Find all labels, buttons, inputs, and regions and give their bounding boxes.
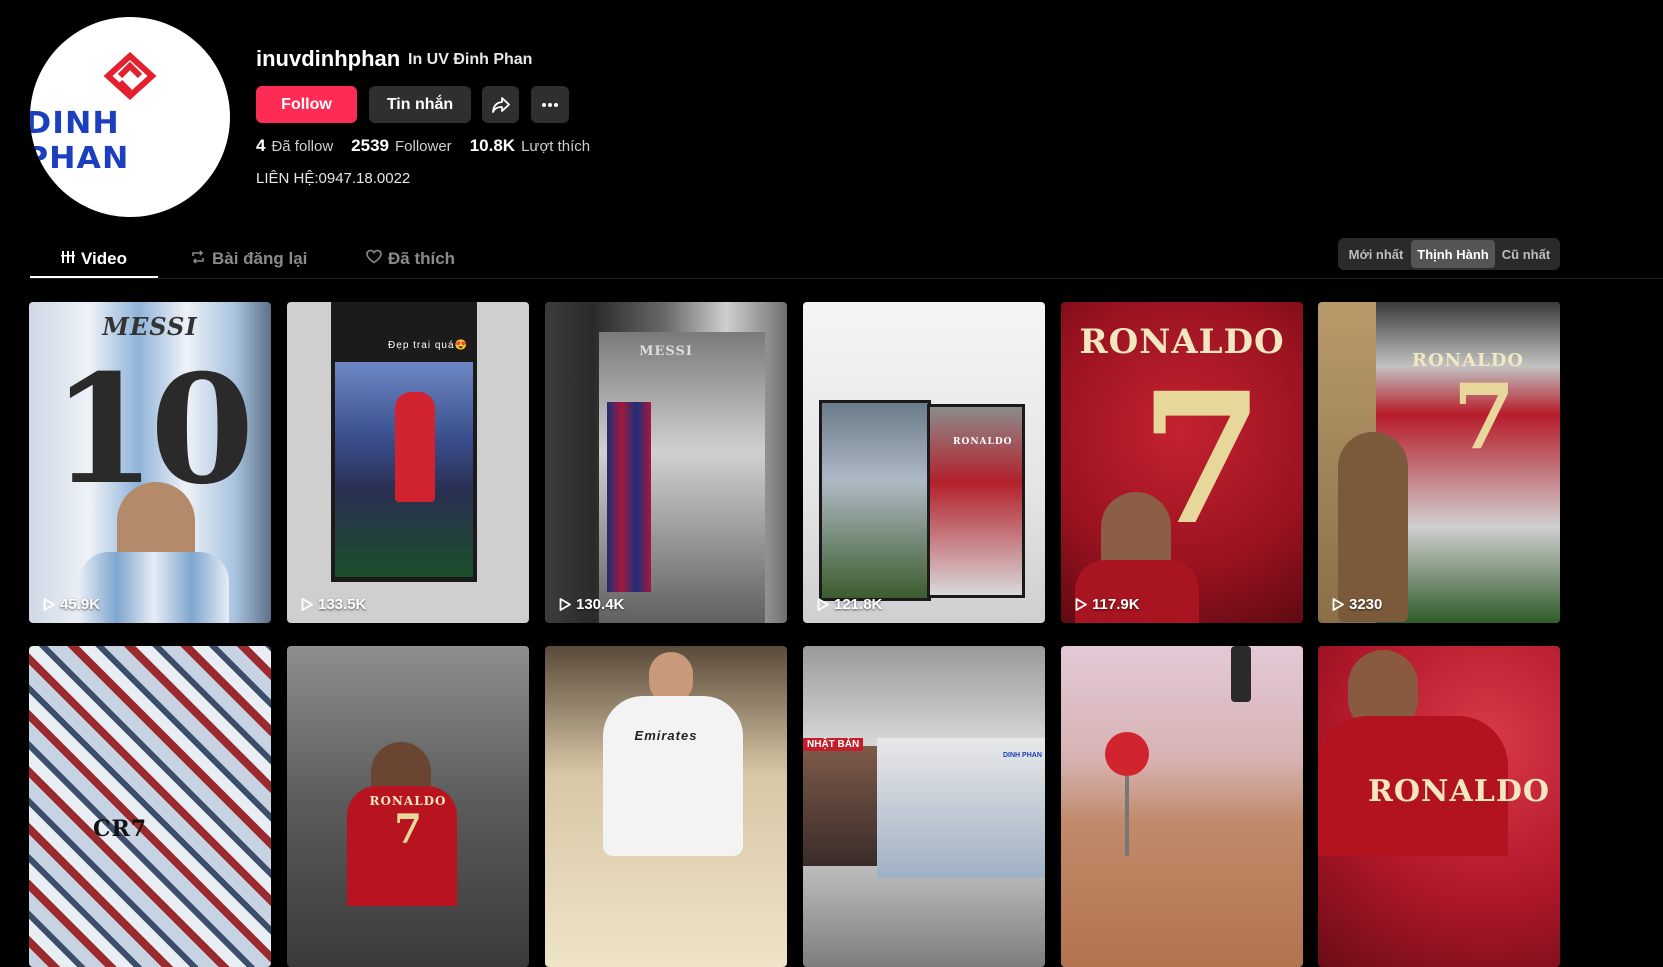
video-overlay-text: RONALDO: [1367, 774, 1550, 809]
play-icon: [1075, 598, 1087, 611]
video-views: 133.5K: [301, 596, 366, 613]
grid-icon: [61, 250, 75, 268]
following-count: 4: [256, 136, 266, 155]
video-card[interactable]: RONALDO: [1318, 646, 1560, 967]
profile-tabs: Video Bài đăng lại Đã thích: [30, 240, 486, 278]
more-button[interactable]: [531, 86, 569, 123]
billboard: [877, 738, 1045, 878]
followers-count: 2539: [351, 136, 389, 155]
repost-icon: [190, 249, 206, 269]
video-card[interactable]: MESSI 10 45.9K: [29, 302, 271, 623]
video-overlay-text: CR7: [92, 816, 148, 842]
player-figure: [395, 392, 435, 502]
player-shirt: [79, 552, 229, 623]
tab-video-label: Video: [81, 248, 127, 268]
following-stat[interactable]: 4 Đã follow: [256, 136, 333, 156]
video-views: 121.8K: [817, 596, 882, 613]
logo-text: DINH PHAN: [30, 106, 130, 176]
player-shirt: [1075, 560, 1199, 623]
building: [803, 746, 877, 866]
billboard-brand: DINH PHAN: [1003, 752, 1042, 759]
video-overlay-text: Emirates: [634, 728, 698, 743]
view-count: 121.8K: [834, 596, 883, 613]
more-icon: [542, 102, 558, 107]
video-card[interactable]: [1061, 646, 1303, 967]
jersey-number: 7: [394, 806, 422, 853]
view-count: 3230: [1349, 596, 1383, 613]
video-overlay-text: MESSI: [639, 344, 693, 359]
play-icon: [1332, 598, 1344, 611]
tab-repost-label: Bài đăng lại: [212, 248, 308, 268]
play-icon: [43, 598, 55, 611]
profile-stats: 4 Đã follow 2539 Follower 10.8K Lượt thí…: [256, 136, 608, 156]
video-card[interactable]: NHẬT BẢN DINH PHAN: [803, 646, 1045, 967]
video-views: 3230: [1332, 596, 1382, 613]
video-card[interactable]: RONALDO 121.8K: [803, 302, 1045, 623]
bio: LIÊN HỆ:0947.18.0022: [256, 170, 411, 187]
video-views: 45.9K: [43, 596, 100, 613]
video-overlay-text: MESSI: [102, 312, 198, 341]
video-overlay-text: RONALDO: [953, 437, 1013, 447]
sort-newest[interactable]: Mới nhất: [1341, 240, 1411, 268]
view-count: 45.9K: [60, 596, 101, 613]
view-count: 130.4K: [576, 596, 625, 613]
followers-stat[interactable]: 2539 Follower: [351, 136, 452, 156]
video-card[interactable]: Đẹp trai quá😍 133.5K: [287, 302, 529, 623]
avatar[interactable]: DINH PHAN: [30, 17, 230, 217]
video-views: 117.9K: [1075, 596, 1140, 613]
traffic-light-icon: [1231, 646, 1251, 702]
video-card[interactable]: RONALDO 7 3230: [1318, 302, 1560, 623]
video-overlay-text: Đẹp trai quá😍: [388, 340, 468, 351]
share-button[interactable]: [482, 86, 519, 123]
share-icon: [491, 96, 510, 113]
person-figure: [1338, 432, 1408, 622]
video-card[interactable]: MESSI 130.4K: [545, 302, 787, 623]
sort-segmented-control: Mới nhất Thịnh Hành Cũ nhất: [1338, 238, 1560, 270]
message-button[interactable]: Tin nhắn: [369, 86, 471, 123]
play-icon: [301, 598, 313, 611]
sign-pole: [1125, 776, 1129, 856]
video-card[interactable]: RONALDO 7 117.9K: [1061, 302, 1303, 623]
tab-repost[interactable]: Bài đăng lại: [190, 240, 336, 277]
video-card[interactable]: CR7: [29, 646, 271, 967]
view-count: 117.9K: [1092, 596, 1140, 613]
tabs-divider: [30, 278, 1663, 279]
no-entry-sign-icon: [1105, 732, 1149, 776]
following-label: Đã follow: [271, 138, 334, 155]
view-count: 133.5K: [318, 596, 367, 613]
tab-liked-label: Đã thích: [388, 248, 456, 268]
likes-label: Lượt thích: [521, 138, 591, 155]
likes-count: 10.8K: [469, 136, 516, 155]
jersey-number: 7: [1452, 364, 1516, 470]
sort-popular[interactable]: Thịnh Hành: [1411, 240, 1495, 268]
follow-button[interactable]: Follow: [256, 86, 357, 123]
liked-icon: [366, 249, 382, 268]
video-views: 130.4K: [559, 596, 624, 613]
jersey-figure: [607, 402, 651, 592]
play-icon: [559, 598, 571, 611]
followers-label: Follower: [395, 138, 452, 155]
username: inuvdinhphan: [256, 46, 401, 71]
player-shirt: [603, 696, 743, 856]
likes-stat: 10.8K Lượt thích: [470, 136, 590, 156]
dinh-phan-logo-icon: [103, 52, 157, 101]
tab-video[interactable]: Video: [30, 240, 158, 278]
play-icon: [817, 598, 829, 611]
video-card[interactable]: Emirates: [545, 646, 787, 967]
display-name: In UV Đinh Phan: [408, 51, 533, 68]
video-card[interactable]: RONALDO 7: [287, 646, 529, 967]
poster-right: [927, 404, 1025, 598]
tag-label: NHẬT BẢN: [803, 738, 864, 751]
sort-oldest[interactable]: Cũ nhất: [1495, 240, 1557, 268]
poster-left: [819, 400, 931, 601]
tab-liked[interactable]: Đã thích: [366, 240, 486, 277]
